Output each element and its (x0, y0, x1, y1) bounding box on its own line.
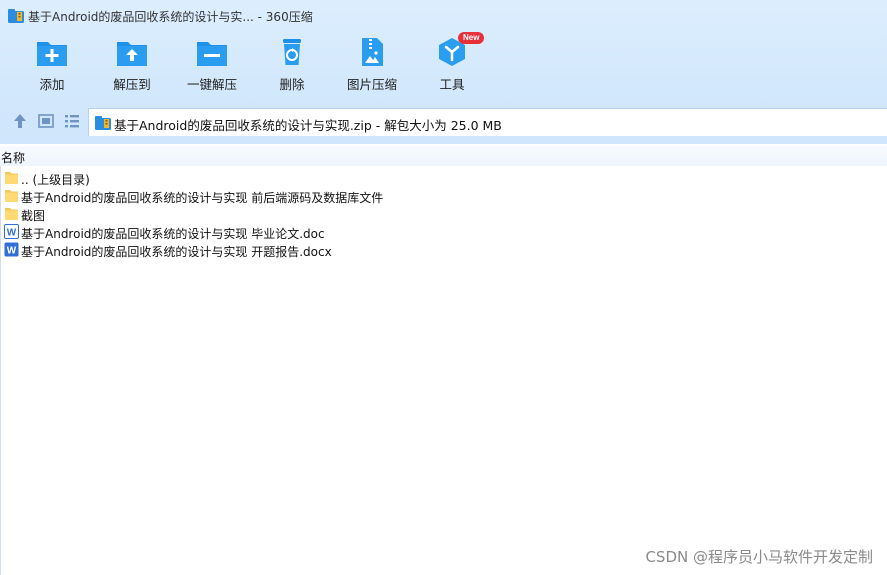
watermark: CSDN @程序员小马软件开发定制 (645, 548, 873, 566)
tools-label: 工具 (439, 77, 465, 92)
folder-upload-icon (117, 42, 147, 66)
title-bar: 基于Android的废品回收系统的设计与实... - 360压缩 (0, 0, 887, 32)
column-header-name[interactable]: 名称 (1, 149, 25, 166)
list-item-name: .. (上级目录) (21, 173, 90, 187)
folder-icon (5, 208, 18, 220)
add-button[interactable]: 添加 (12, 36, 92, 100)
window-title: 基于Android的废品回收系统的设计与实... - 360压缩 (28, 10, 313, 24)
thumbnail-view-icon[interactable] (37, 112, 55, 130)
recycle-bin-icon (283, 39, 301, 65)
list-item[interactable]: 截图 (0, 205, 600, 223)
word-doc-icon: W (4, 224, 19, 239)
image-compress-label: 图片压缩 (346, 77, 397, 92)
zip-file-icon (95, 116, 111, 130)
image-compress-button[interactable]: 图片压缩 (332, 36, 412, 100)
path-text: 基于Android的废品回收系统的设计与实现.zip - 解包大小为 25.0 … (114, 118, 502, 133)
app-chrome: 基于Android的废品回收系统的设计与实... - 360压缩 添加 解压到 (0, 0, 887, 144)
list-item-name: 基于Android的废品回收系统的设计与实现 前后端源码及数据库文件 (21, 191, 384, 205)
list-item-name: 基于Android的废品回收系统的设计与实现 开题报告.docx (21, 245, 332, 259)
list-item[interactable]: .. (上级目录) (0, 169, 600, 187)
up-arrow-icon[interactable] (11, 112, 29, 130)
list-item-name: 截图 (21, 209, 46, 223)
list-view-icon[interactable] (63, 112, 81, 130)
folder-minus-icon (197, 42, 227, 66)
new-badge: New (458, 32, 485, 44)
list-item-name: 基于Android的废品回收系统的设计与实现 毕业论文.doc (21, 227, 325, 241)
folder-icon (5, 190, 18, 202)
delete-label: 删除 (279, 77, 305, 92)
delete-button[interactable]: 删除 (252, 36, 332, 100)
one-click-extract-label: 一键解压 (186, 77, 237, 92)
one-click-extract-button[interactable]: 一键解压 (172, 36, 252, 100)
list-item[interactable]: W 基于Android的废品回收系统的设计与实现 毕业论文.doc (0, 223, 600, 241)
word-docx-icon: W (4, 242, 19, 257)
main-toolbar: 添加 解压到 一键解压 删除 图片压缩 New 工具 (0, 32, 887, 100)
archive-app-icon (8, 9, 24, 23)
image-zip-icon (362, 38, 383, 66)
list-item[interactable]: 基于Android的废品回收系统的设计与实现 前后端源码及数据库文件 (0, 187, 600, 205)
tools-button[interactable]: New 工具 (412, 32, 492, 100)
list-header: 名称 (0, 146, 887, 166)
svg-text:W: W (7, 228, 17, 239)
extract-to-label: 解压到 (113, 77, 151, 92)
folder-icon (5, 172, 18, 184)
folder-plus-icon (37, 42, 67, 66)
path-field[interactable]: 基于Android的废品回收系统的设计与实现.zip - 解包大小为 25.0 … (88, 108, 887, 136)
address-bar: 基于Android的废品回收系统的设计与实现.zip - 解包大小为 25.0 … (0, 106, 887, 136)
svg-text:W: W (7, 246, 17, 257)
add-button-label: 添加 (39, 77, 65, 92)
extract-to-button[interactable]: 解压到 (92, 36, 172, 100)
list-item[interactable]: W 基于Android的废品回收系统的设计与实现 开题报告.docx (0, 241, 600, 259)
